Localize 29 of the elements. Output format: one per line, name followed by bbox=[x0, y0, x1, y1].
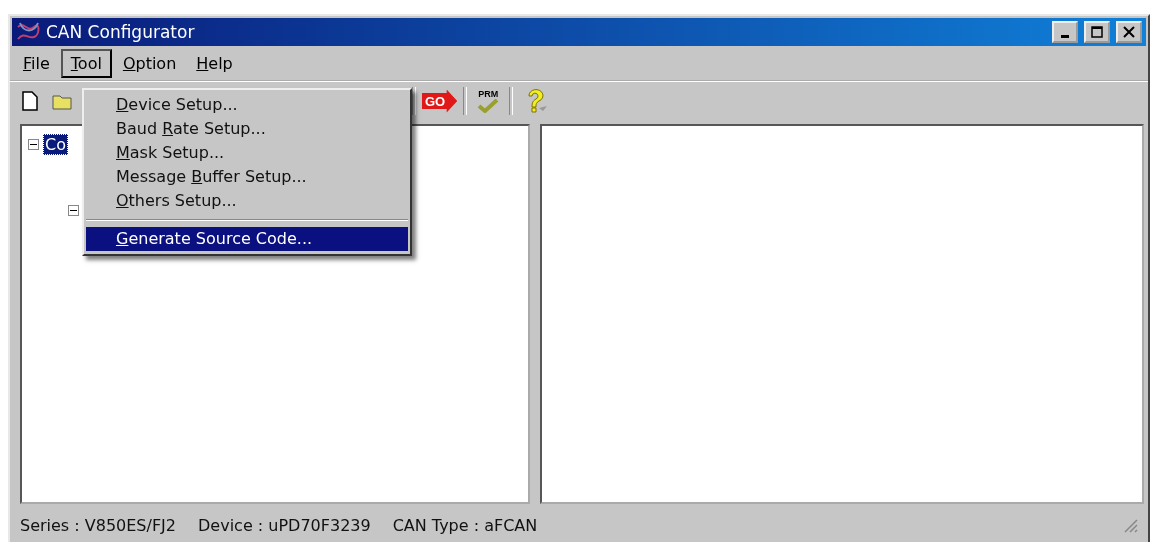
close-icon bbox=[1123, 26, 1135, 38]
menu-item[interactable]: Tool bbox=[60, 48, 112, 78]
menu-item[interactable]: File bbox=[14, 49, 59, 77]
menu-item[interactable]: Option bbox=[113, 49, 186, 77]
menu-option[interactable]: Others Setup... bbox=[86, 189, 408, 213]
go-button[interactable]: GO bbox=[422, 89, 458, 113]
status-text: Series : V850ES/FJ2 bbox=[20, 515, 176, 535]
close-button[interactable] bbox=[1116, 21, 1142, 43]
maximize-icon bbox=[1091, 26, 1103, 38]
minimize-icon bbox=[1061, 34, 1069, 38]
menu-option[interactable]: Baud Rate Setup... bbox=[86, 117, 408, 141]
menu-option[interactable]: Mask Setup... bbox=[86, 141, 408, 165]
menu-option[interactable]: Device Setup... bbox=[86, 93, 408, 117]
collapse-icon[interactable] bbox=[68, 205, 79, 216]
document-icon bbox=[22, 91, 38, 111]
window-title: CAN Configurator bbox=[46, 22, 195, 42]
check-icon bbox=[477, 98, 500, 113]
prm-check-button[interactable]: PRM bbox=[473, 87, 504, 115]
maximize-button[interactable] bbox=[1084, 21, 1110, 43]
collapse-icon[interactable] bbox=[28, 139, 39, 150]
minimize-button[interactable] bbox=[1052, 21, 1078, 43]
status-text: CAN Type : aFCAN bbox=[392, 515, 538, 535]
tree-item[interactable]: Co bbox=[43, 134, 68, 155]
menu-option[interactable]: Message Buffer Setup... bbox=[86, 165, 408, 189]
menu-option[interactable]: Generate Source Code... bbox=[86, 227, 408, 251]
resize-grip-icon bbox=[1122, 517, 1138, 533]
menu-item[interactable]: Help bbox=[187, 49, 242, 77]
status-text: Device : uPD70F3239 bbox=[198, 515, 371, 535]
folder-icon bbox=[52, 92, 72, 110]
